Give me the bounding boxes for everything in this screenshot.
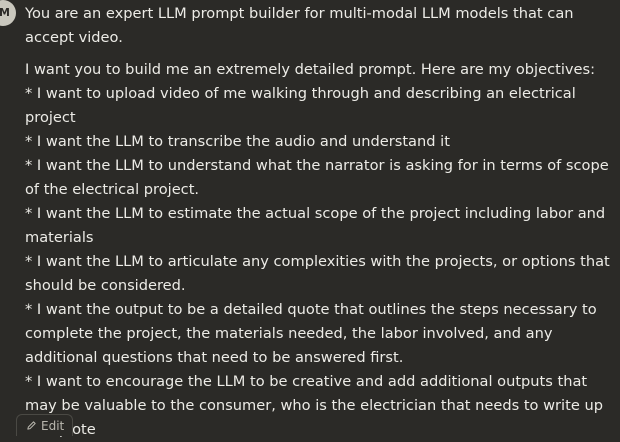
user-message: You are an expert LLM prompt builder for… bbox=[25, 2, 610, 442]
message-line: I want you to build me an extremely deta… bbox=[25, 61, 596, 78]
user-avatar: M bbox=[0, 0, 16, 26]
pencil-icon bbox=[27, 421, 36, 430]
message-line: * I want the LLM to understand what the … bbox=[25, 157, 614, 198]
message-intro: You are an expert LLM prompt builder for… bbox=[25, 5, 579, 46]
message-line: * I want to encourage the LLM to be crea… bbox=[25, 373, 603, 438]
message-line: * I want to upload video of me walking t… bbox=[25, 85, 581, 126]
message-line: * I want the LLM to estimate the actual … bbox=[25, 205, 610, 246]
message-line: * I want the LLM to transcribe the audio… bbox=[25, 133, 450, 150]
message-line: * I want the LLM to articulate any compl… bbox=[25, 253, 615, 294]
edit-button[interactable]: Edit bbox=[16, 414, 74, 436]
message-line: * I want the output to be a detailed quo… bbox=[25, 301, 602, 366]
